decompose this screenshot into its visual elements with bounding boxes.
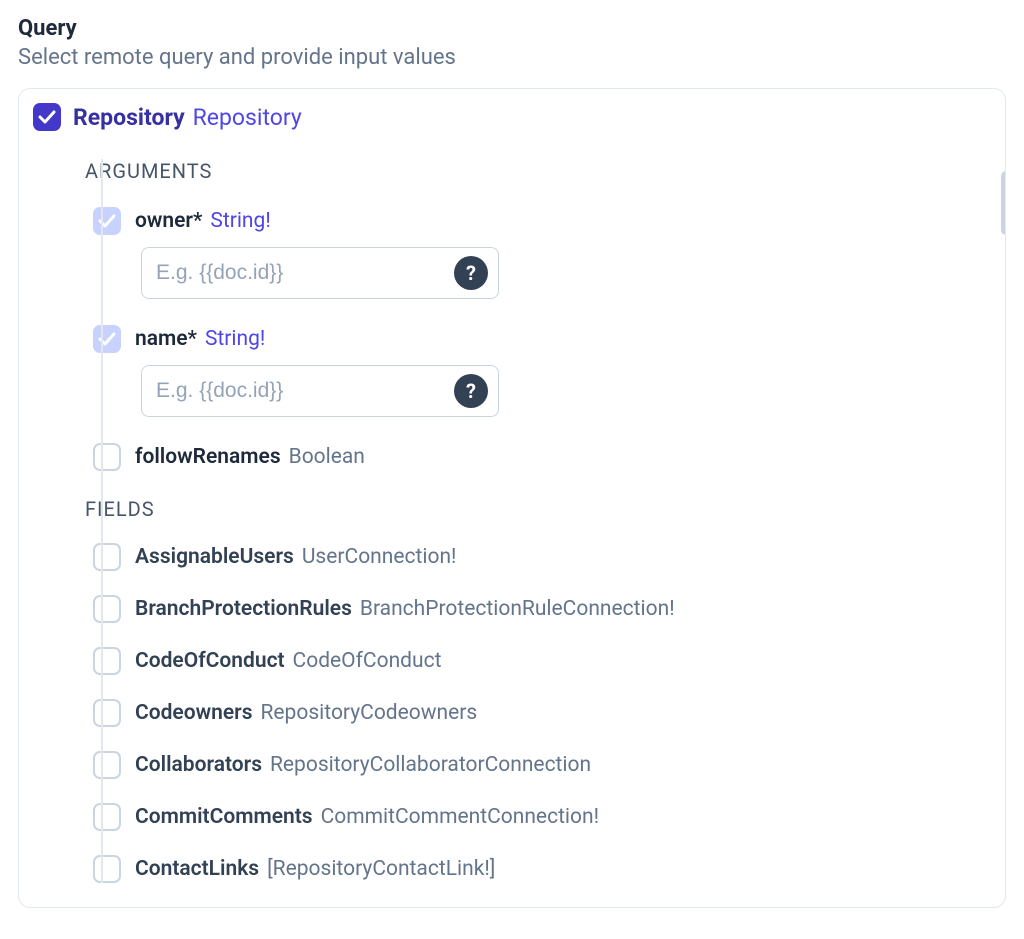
argument-checkbox-name[interactable] [93, 325, 121, 353]
field-label: AssignableUsers UserConnection! [135, 545, 456, 569]
field-row: Codeowners RepositoryCodeowners [93, 699, 987, 727]
fields-heading: FIELDS [85, 497, 987, 521]
field-label: CommitComments CommitCommentConnection! [135, 805, 599, 829]
page-title: Query [18, 16, 1006, 41]
argument-label: followRenames Boolean [135, 445, 365, 469]
argument-row-owner: owner* String! [93, 207, 987, 235]
field-type[interactable]: CommitCommentConnection! [321, 805, 599, 829]
field-row: AssignableUsers UserConnection! [93, 543, 987, 571]
argument-label: name* String! [135, 327, 265, 351]
field-type[interactable]: [RepositoryContactLink!] [267, 857, 495, 881]
root-name: Repository [73, 104, 185, 131]
tree-line [101, 159, 103, 883]
argument-checkbox-followrenames[interactable] [93, 443, 121, 471]
field-checkbox[interactable] [93, 803, 121, 831]
arguments-section: ARGUMENTS owner* String! ? [33, 159, 987, 883]
argument-type[interactable]: String! [205, 327, 265, 351]
page-subtitle: Select remote query and provide input va… [18, 45, 1006, 70]
root-label: Repository Repository [73, 104, 302, 131]
field-label: Collaborators RepositoryCollaboratorConn… [135, 753, 591, 777]
field-name: BranchProtectionRules [135, 597, 352, 621]
help-icon[interactable]: ? [454, 256, 488, 290]
field-checkbox[interactable] [93, 751, 121, 779]
field-name: CodeOfConduct [135, 649, 285, 673]
argument-row-name: name* String! [93, 325, 987, 353]
field-type[interactable]: RepositoryCollaboratorConnection [270, 753, 591, 777]
field-name: AssignableUsers [135, 545, 294, 569]
argument-type[interactable]: Boolean [289, 445, 365, 469]
check-icon [38, 110, 56, 124]
argument-name: followRenames [135, 445, 281, 469]
field-name: CommitComments [135, 805, 313, 829]
root-node-row: Repository Repository [33, 103, 987, 131]
field-checkbox[interactable] [93, 699, 121, 727]
field-label: ContactLinks [RepositoryContactLink!] [135, 857, 495, 881]
field-label: Codeowners RepositoryCodeowners [135, 701, 477, 725]
argument-type[interactable]: String! [210, 209, 270, 233]
argument-row-followrenames: followRenames Boolean [93, 443, 987, 471]
argument-name: owner* [135, 209, 202, 233]
field-type[interactable]: BranchProtectionRuleConnection! [360, 597, 675, 621]
query-panel: Repository Repository ARGUMENTS owner* S… [18, 88, 1006, 908]
argument-input-owner[interactable] [156, 261, 454, 285]
scrollbar-thumb[interactable] [1001, 171, 1006, 235]
field-label: BranchProtectionRules BranchProtectionRu… [135, 597, 675, 621]
arguments-heading: ARGUMENTS [85, 159, 987, 183]
argument-input-wrap-name: ? [141, 365, 499, 417]
field-type[interactable]: CodeOfConduct [293, 649, 442, 673]
field-row: CommitComments CommitCommentConnection! [93, 803, 987, 831]
field-type[interactable]: UserConnection! [302, 545, 457, 569]
field-row: CodeOfConduct CodeOfConduct [93, 647, 987, 675]
field-name: Codeowners [135, 701, 253, 725]
field-row: ContactLinks [RepositoryContactLink!] [93, 855, 987, 883]
help-icon[interactable]: ? [454, 374, 488, 408]
argument-label: owner* String! [135, 209, 271, 233]
root-checkbox[interactable] [33, 103, 61, 131]
field-checkbox[interactable] [93, 595, 121, 623]
argument-checkbox-owner[interactable] [93, 207, 121, 235]
argument-input-wrap-owner: ? [141, 247, 499, 299]
field-label: CodeOfConduct CodeOfConduct [135, 649, 441, 673]
field-type[interactable]: RepositoryCodeowners [260, 701, 477, 725]
field-checkbox[interactable] [93, 855, 121, 883]
field-name: ContactLinks [135, 857, 259, 881]
field-checkbox[interactable] [93, 543, 121, 571]
field-row: BranchProtectionRules BranchProtectionRu… [93, 595, 987, 623]
field-name: Collaborators [135, 753, 262, 777]
argument-input-name[interactable] [156, 379, 454, 403]
field-checkbox[interactable] [93, 647, 121, 675]
argument-name: name* [135, 327, 197, 351]
root-type[interactable]: Repository [193, 104, 302, 131]
field-row: Collaborators RepositoryCollaboratorConn… [93, 751, 987, 779]
